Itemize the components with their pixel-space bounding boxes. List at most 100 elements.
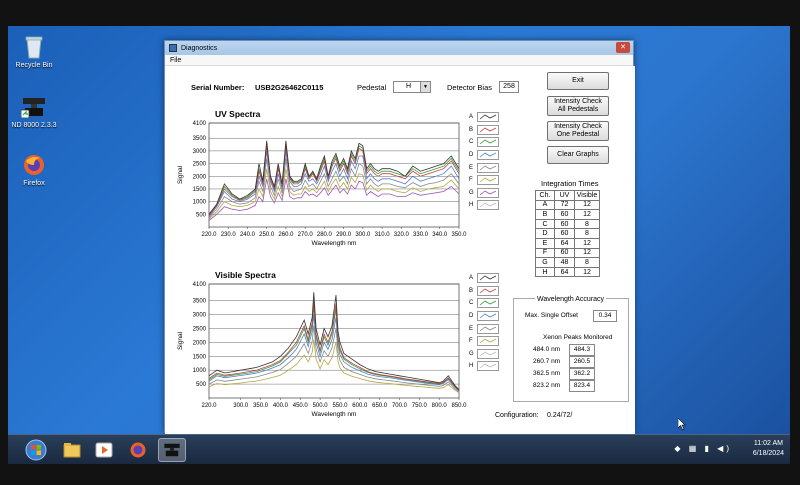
x-tick-label: 250.0: [259, 232, 275, 238]
legend-entry[interactable]: A: [469, 272, 503, 285]
firefox-icon: [130, 442, 146, 458]
visible-legend: ABCDEFGH: [469, 272, 503, 373]
window-close-button[interactable]: ✕: [616, 42, 630, 53]
legend-label: F: [469, 338, 473, 345]
y-tick-label: 2000: [193, 174, 207, 180]
wavelength-accuracy-title: Wavelength Accuracy: [535, 296, 607, 303]
legend-entry[interactable]: G: [469, 187, 503, 200]
legend-swatch-path: [479, 139, 497, 145]
diagnostics-content: Serial Number: USB2G26462C0115 Pedestal …: [165, 66, 635, 434]
legend-swatch-path: [479, 326, 497, 331]
uv-spectra-chart: UV Spectra 500 1000 1500 2000 2500 3000 3500 410…: [177, 109, 467, 247]
integration-row: E 64 12: [535, 237, 600, 249]
integration-cell: 64: [554, 237, 575, 249]
integration-cell: 12: [574, 247, 600, 259]
integration-cell: B: [535, 209, 555, 220]
legend-entry[interactable]: A: [469, 111, 503, 124]
legend-entry[interactable]: G: [469, 348, 503, 361]
legend-entry[interactable]: E: [469, 322, 503, 335]
legend-swatch: [477, 311, 499, 322]
x-tick-label: 350.0: [253, 403, 269, 409]
intensity-check-all-label-2: All Pedestals: [557, 106, 599, 113]
intensity-check-all-button[interactable]: Intensity Check All Pedestals: [547, 96, 609, 116]
pedestal-select[interactable]: H ▼: [393, 81, 431, 93]
integration-cell: F: [535, 247, 555, 259]
legend-swatch-line: [479, 202, 497, 208]
desktop-icon-recycle-bin[interactable]: Recycle Bin: [10, 34, 58, 70]
integration-times-table: Ch. UV Visible A 72 12 B 60 12 C 60 8 D 60 8 E 64 12 F 60 12…: [535, 190, 600, 278]
integration-cell: 8: [574, 257, 600, 268]
start-button[interactable]: [22, 438, 50, 462]
legend-label: G: [469, 350, 474, 357]
chart-title: Visible Spectra: [215, 270, 276, 280]
integration-cell: 12: [574, 199, 600, 211]
legend-entry[interactable]: C: [469, 297, 503, 310]
integration-row: H 64 12: [535, 266, 600, 278]
legend-entry[interactable]: F: [469, 335, 503, 348]
taskbar-firefox[interactable]: [124, 438, 152, 462]
desktop-icon-firefox[interactable]: Firefox: [10, 152, 58, 188]
legend-swatch: [477, 150, 499, 161]
window-titlebar[interactable]: Diagnostics: [165, 41, 633, 55]
y-tick-label: 1500: [193, 187, 207, 193]
x-tick-label: 400.0: [273, 403, 289, 409]
legend-swatch-line: [479, 190, 497, 196]
taskbar-media-player[interactable]: [90, 438, 118, 462]
legend-swatch-path: [479, 351, 497, 357]
y-tick-label: 500: [196, 382, 207, 388]
legend-swatch-line: [479, 338, 497, 344]
legend-label: D: [469, 152, 474, 159]
desktop: Recycle Bin ND 8000 2.3.3 Firefox Diagno…: [8, 26, 790, 464]
legend-swatch-path: [479, 313, 497, 319]
integration-cell: 12: [574, 266, 600, 278]
legend-entry[interactable]: D: [469, 149, 503, 162]
serial-number-value: USB2G26462C0115: [255, 83, 324, 92]
menu-file[interactable]: File: [170, 57, 181, 64]
integration-cell: H: [535, 266, 555, 278]
taskbar-nd8000[interactable]: [158, 438, 186, 462]
x-tick-label: 340.0: [432, 232, 448, 238]
x-tick-label: 230.0: [221, 232, 237, 238]
pedestal-label: Pedestal: [357, 83, 387, 92]
legend-swatch-path: [479, 114, 497, 120]
detector-bias-value: 258: [499, 81, 519, 93]
intensity-check-one-label-2: One Pedestal: [556, 131, 600, 138]
y-tick-label: 2000: [193, 340, 207, 346]
x-tick-label: 750.0: [412, 403, 428, 409]
system-tray-icons[interactable]: ◆ ▦ ▮ ◀): [674, 444, 732, 453]
visible-spectra-chart: Visible Spectra 500 1000 1500 2000 2500 3000 35…: [177, 270, 467, 418]
clear-graphs-button[interactable]: Clear Graphs: [547, 146, 609, 164]
legend-label: F: [469, 177, 473, 184]
legend-entry[interactable]: B: [469, 124, 503, 137]
integration-cell: 64: [554, 266, 575, 278]
y-tick-label: 3500: [193, 299, 207, 305]
intensity-check-one-button[interactable]: Intensity Check One Pedestal: [547, 121, 609, 141]
integration-cell: 12: [574, 209, 600, 220]
legend-label: E: [469, 164, 474, 171]
legend-entry[interactable]: E: [469, 161, 503, 174]
desktop-icon-nd8000[interactable]: ND 8000 2.3.3: [10, 94, 58, 130]
window-title: Diagnostics: [181, 44, 218, 52]
legend-swatch-path: [479, 288, 497, 294]
legend-label: G: [469, 189, 474, 196]
legend-entry[interactable]: F: [469, 174, 503, 187]
legend-swatch-line: [479, 326, 497, 331]
legend-swatch-line: [479, 363, 497, 369]
integration-cell: 72: [554, 199, 575, 211]
integration-header-row: Ch. UV Visible: [535, 190, 600, 201]
legend-entry[interactable]: H: [469, 360, 503, 373]
integration-cell: C: [535, 218, 555, 230]
legend-label: D: [469, 313, 474, 320]
menu-bar: File: [165, 55, 633, 66]
integration-cell: 12: [574, 237, 600, 249]
legend-entry[interactable]: C: [469, 136, 503, 149]
legend-entry[interactable]: D: [469, 310, 503, 323]
xenon-peak-measured: 823.4: [569, 380, 595, 392]
exit-button-label: Exit: [572, 77, 584, 84]
exit-button[interactable]: Exit: [547, 72, 609, 90]
chevron-down-icon[interactable]: ▼: [420, 82, 430, 92]
taskbar-explorer[interactable]: [58, 438, 86, 462]
legend-entry[interactable]: H: [469, 199, 503, 212]
legend-entry[interactable]: B: [469, 285, 503, 298]
clock[interactable]: 11:02 AM 6/18/2024: [753, 439, 784, 459]
